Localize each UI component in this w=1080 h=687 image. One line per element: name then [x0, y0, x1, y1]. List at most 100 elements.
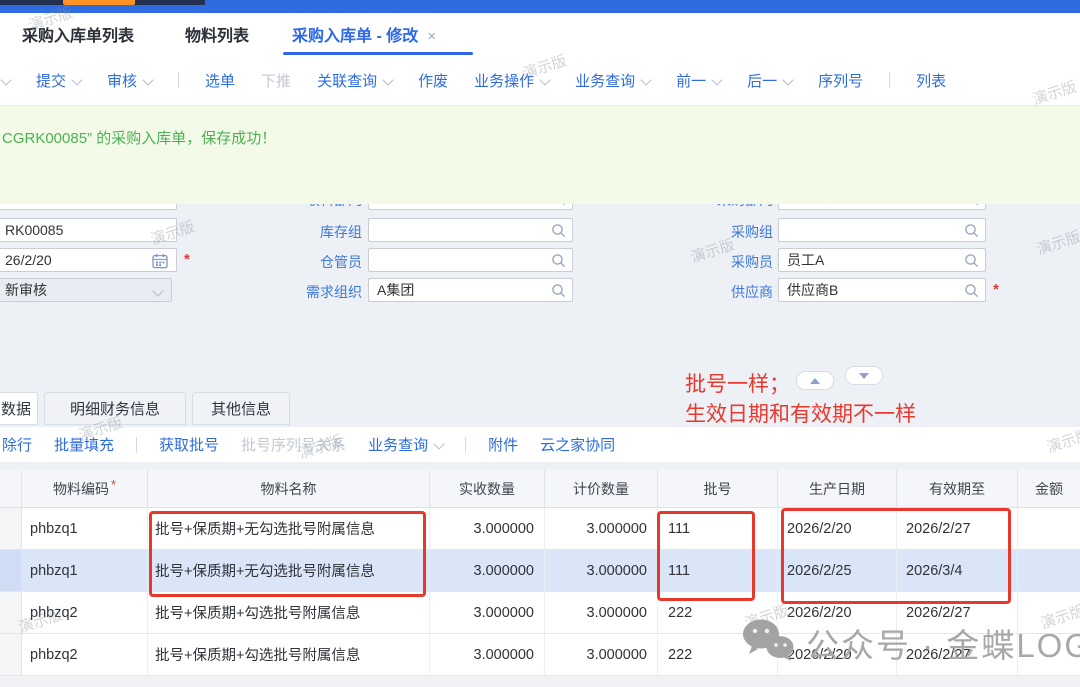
- row-selector-cell[interactable]: [0, 634, 22, 676]
- status-select[interactable]: 新审核: [0, 278, 172, 302]
- purchaser-input[interactable]: 员工A: [778, 248, 986, 272]
- cell-material-name[interactable]: 批号+保质期+勾选批号附属信息: [148, 592, 430, 634]
- batch-serial-relation-button[interactable]: 批号序列号关系: [241, 434, 346, 455]
- col-header-amount[interactable]: 金额: [1018, 470, 1080, 508]
- cell-expiry-date[interactable]: 2026/2/27: [897, 508, 1018, 550]
- previous-button[interactable]: 前一: [676, 70, 721, 91]
- batch-fill-button[interactable]: 批量填充: [54, 434, 114, 455]
- next-button[interactable]: 后一: [747, 70, 792, 91]
- detail-tab-finance-info[interactable]: 明细财务信息: [44, 392, 186, 425]
- col-header-expiry-date[interactable]: 有效期至: [897, 470, 1018, 508]
- attachment-button[interactable]: 附件: [488, 434, 518, 455]
- list-view-button[interactable]: 列表: [916, 70, 946, 91]
- cell-material-code[interactable]: phbzq1: [22, 508, 148, 550]
- purchase-inbound-edit-screen: 采购入库单列表 物料列表 采购入库单 - 修改 × 提交 审核 选单 下推 关联查…: [0, 0, 1080, 687]
- tab-purchase-inbound-list[interactable]: 采购入库单列表: [22, 22, 134, 46]
- row-selector-cell[interactable]: [0, 508, 22, 550]
- overflow-chevron-icon[interactable]: [0, 74, 11, 85]
- delete-row-button[interactable]: 除行: [2, 434, 32, 455]
- cell-material-code[interactable]: phbzq2: [22, 592, 148, 634]
- row-selector-cell[interactable]: [0, 592, 22, 634]
- void-button[interactable]: 作废: [418, 70, 448, 91]
- cell-prod-date[interactable]: 2026/2/20: [778, 592, 897, 634]
- business-query-button[interactable]: 业务查询: [575, 70, 650, 91]
- cell-received-qty[interactable]: 3.000000: [430, 634, 545, 676]
- demand-org-input[interactable]: A集团: [368, 278, 573, 302]
- yunzhijia-collab-button[interactable]: 云之家协同: [540, 434, 615, 455]
- toolbar-divider: [889, 72, 890, 88]
- warehouse-keeper-input[interactable]: [368, 248, 573, 272]
- get-batch-button[interactable]: 获取批号: [159, 434, 219, 455]
- related-query-button[interactable]: 关联查询: [317, 70, 392, 91]
- expand-down-button[interactable]: [845, 366, 883, 385]
- cell-material-code[interactable]: phbzq1: [22, 550, 148, 592]
- col-header-pricing-qty[interactable]: 计价数量: [545, 470, 658, 508]
- cell-amount[interactable]: [1018, 634, 1080, 676]
- cell-expiry-date[interactable]: 2026/2/27: [897, 592, 1018, 634]
- cell-amount[interactable]: [1018, 550, 1080, 592]
- search-icon[interactable]: [964, 223, 979, 241]
- cell-material-name[interactable]: 批号+保质期+无勾选批号附属信息: [148, 550, 430, 592]
- cell-pricing-qty[interactable]: 3.000000: [545, 550, 658, 592]
- audit-button[interactable]: 审核: [107, 70, 152, 91]
- search-icon[interactable]: [964, 253, 979, 271]
- tab-material-list[interactable]: 物料列表: [185, 22, 249, 46]
- push-down-button[interactable]: 下推: [261, 70, 291, 91]
- cell-material-name[interactable]: 批号+保质期+无勾选批号附属信息: [148, 508, 430, 550]
- row-selector-cell[interactable]: [0, 550, 22, 592]
- stock-group-input[interactable]: [368, 218, 573, 242]
- cell-prod-date[interactable]: 2026/2/20: [778, 508, 897, 550]
- cell-prod-date[interactable]: 2026/2/20: [778, 634, 897, 676]
- search-icon[interactable]: [551, 223, 566, 241]
- col-header-prod-date[interactable]: 生产日期: [778, 470, 897, 508]
- search-icon[interactable]: [551, 283, 566, 301]
- cell-amount[interactable]: [1018, 508, 1080, 550]
- cell-pricing-qty[interactable]: 3.000000: [545, 634, 658, 676]
- detail-tab-label: 数据: [1, 398, 31, 419]
- select-bill-button[interactable]: 选单: [205, 70, 235, 91]
- business-operation-button[interactable]: 业务操作: [474, 70, 549, 91]
- cell-material-name[interactable]: 批号+保质期+勾选批号附属信息: [148, 634, 430, 676]
- cell-expiry-date[interactable]: 2026/2/27: [897, 634, 1018, 676]
- cell-pricing-qty[interactable]: 3.000000: [545, 508, 658, 550]
- detail-tab-data[interactable]: 数据: [0, 392, 38, 425]
- serial-number-button[interactable]: 序列号: [818, 70, 863, 91]
- cell-batch[interactable]: 111: [658, 508, 778, 550]
- cell-batch[interactable]: 222: [658, 592, 778, 634]
- col-header-received-qty[interactable]: 实收数量: [430, 470, 545, 508]
- cell-material-code[interactable]: phbzq2: [22, 634, 148, 676]
- chevron-down-icon: [433, 438, 444, 449]
- cell-batch[interactable]: 111: [658, 550, 778, 592]
- tab-purchase-inbound-edit[interactable]: 采购入库单 - 修改 ×: [292, 22, 436, 46]
- calendar-icon[interactable]: [152, 253, 168, 272]
- table-row[interactable]: phbzq2 批号+保质期+勾选批号附属信息 3.000000 3.000000…: [0, 592, 1080, 634]
- detail-tab-other-info[interactable]: 其他信息: [192, 392, 290, 425]
- cell-batch[interactable]: 222: [658, 634, 778, 676]
- cell-amount[interactable]: [1018, 592, 1080, 634]
- cell-pricing-qty[interactable]: 3.000000: [545, 592, 658, 634]
- tab-label: 采购入库单 - 修改: [292, 28, 418, 45]
- row-selector-header[interactable]: [0, 470, 22, 508]
- purchase-group-input[interactable]: [778, 218, 986, 242]
- table-row[interactable]: phbzq1 批号+保质期+无勾选批号附属信息 3.000000 3.00000…: [0, 508, 1080, 550]
- submit-button[interactable]: 提交: [36, 70, 81, 91]
- close-icon[interactable]: ×: [427, 28, 436, 45]
- col-header-material-name[interactable]: 物料名称: [148, 470, 430, 508]
- cell-received-qty[interactable]: 3.000000: [430, 550, 545, 592]
- table-row-selected[interactable]: phbzq1 批号+保质期+无勾选批号附属信息 3.000000 3.00000…: [0, 550, 1080, 592]
- cell-expiry-date[interactable]: 2026/3/4: [897, 550, 1018, 592]
- collapse-up-button[interactable]: [796, 371, 834, 390]
- doc-number-input[interactable]: RK00085: [0, 218, 177, 242]
- supplier-input[interactable]: 供应商B: [778, 278, 986, 302]
- search-icon[interactable]: [551, 253, 566, 271]
- col-header-batch[interactable]: 批号: [658, 470, 778, 508]
- detail-business-query-button[interactable]: 业务查询: [368, 434, 443, 455]
- date-input[interactable]: 26/2/20: [0, 248, 177, 272]
- search-icon[interactable]: [964, 283, 979, 301]
- table-row[interactable]: phbzq2 批号+保质期+勾选批号附属信息 3.000000 3.000000…: [0, 634, 1080, 676]
- purchase-group-label: 采购组: [683, 222, 773, 242]
- cell-received-qty[interactable]: 3.000000: [430, 508, 545, 550]
- cell-prod-date[interactable]: 2026/2/25: [778, 550, 897, 592]
- col-header-material-code[interactable]: 物料编码*: [22, 470, 148, 508]
- cell-received-qty[interactable]: 3.000000: [430, 592, 545, 634]
